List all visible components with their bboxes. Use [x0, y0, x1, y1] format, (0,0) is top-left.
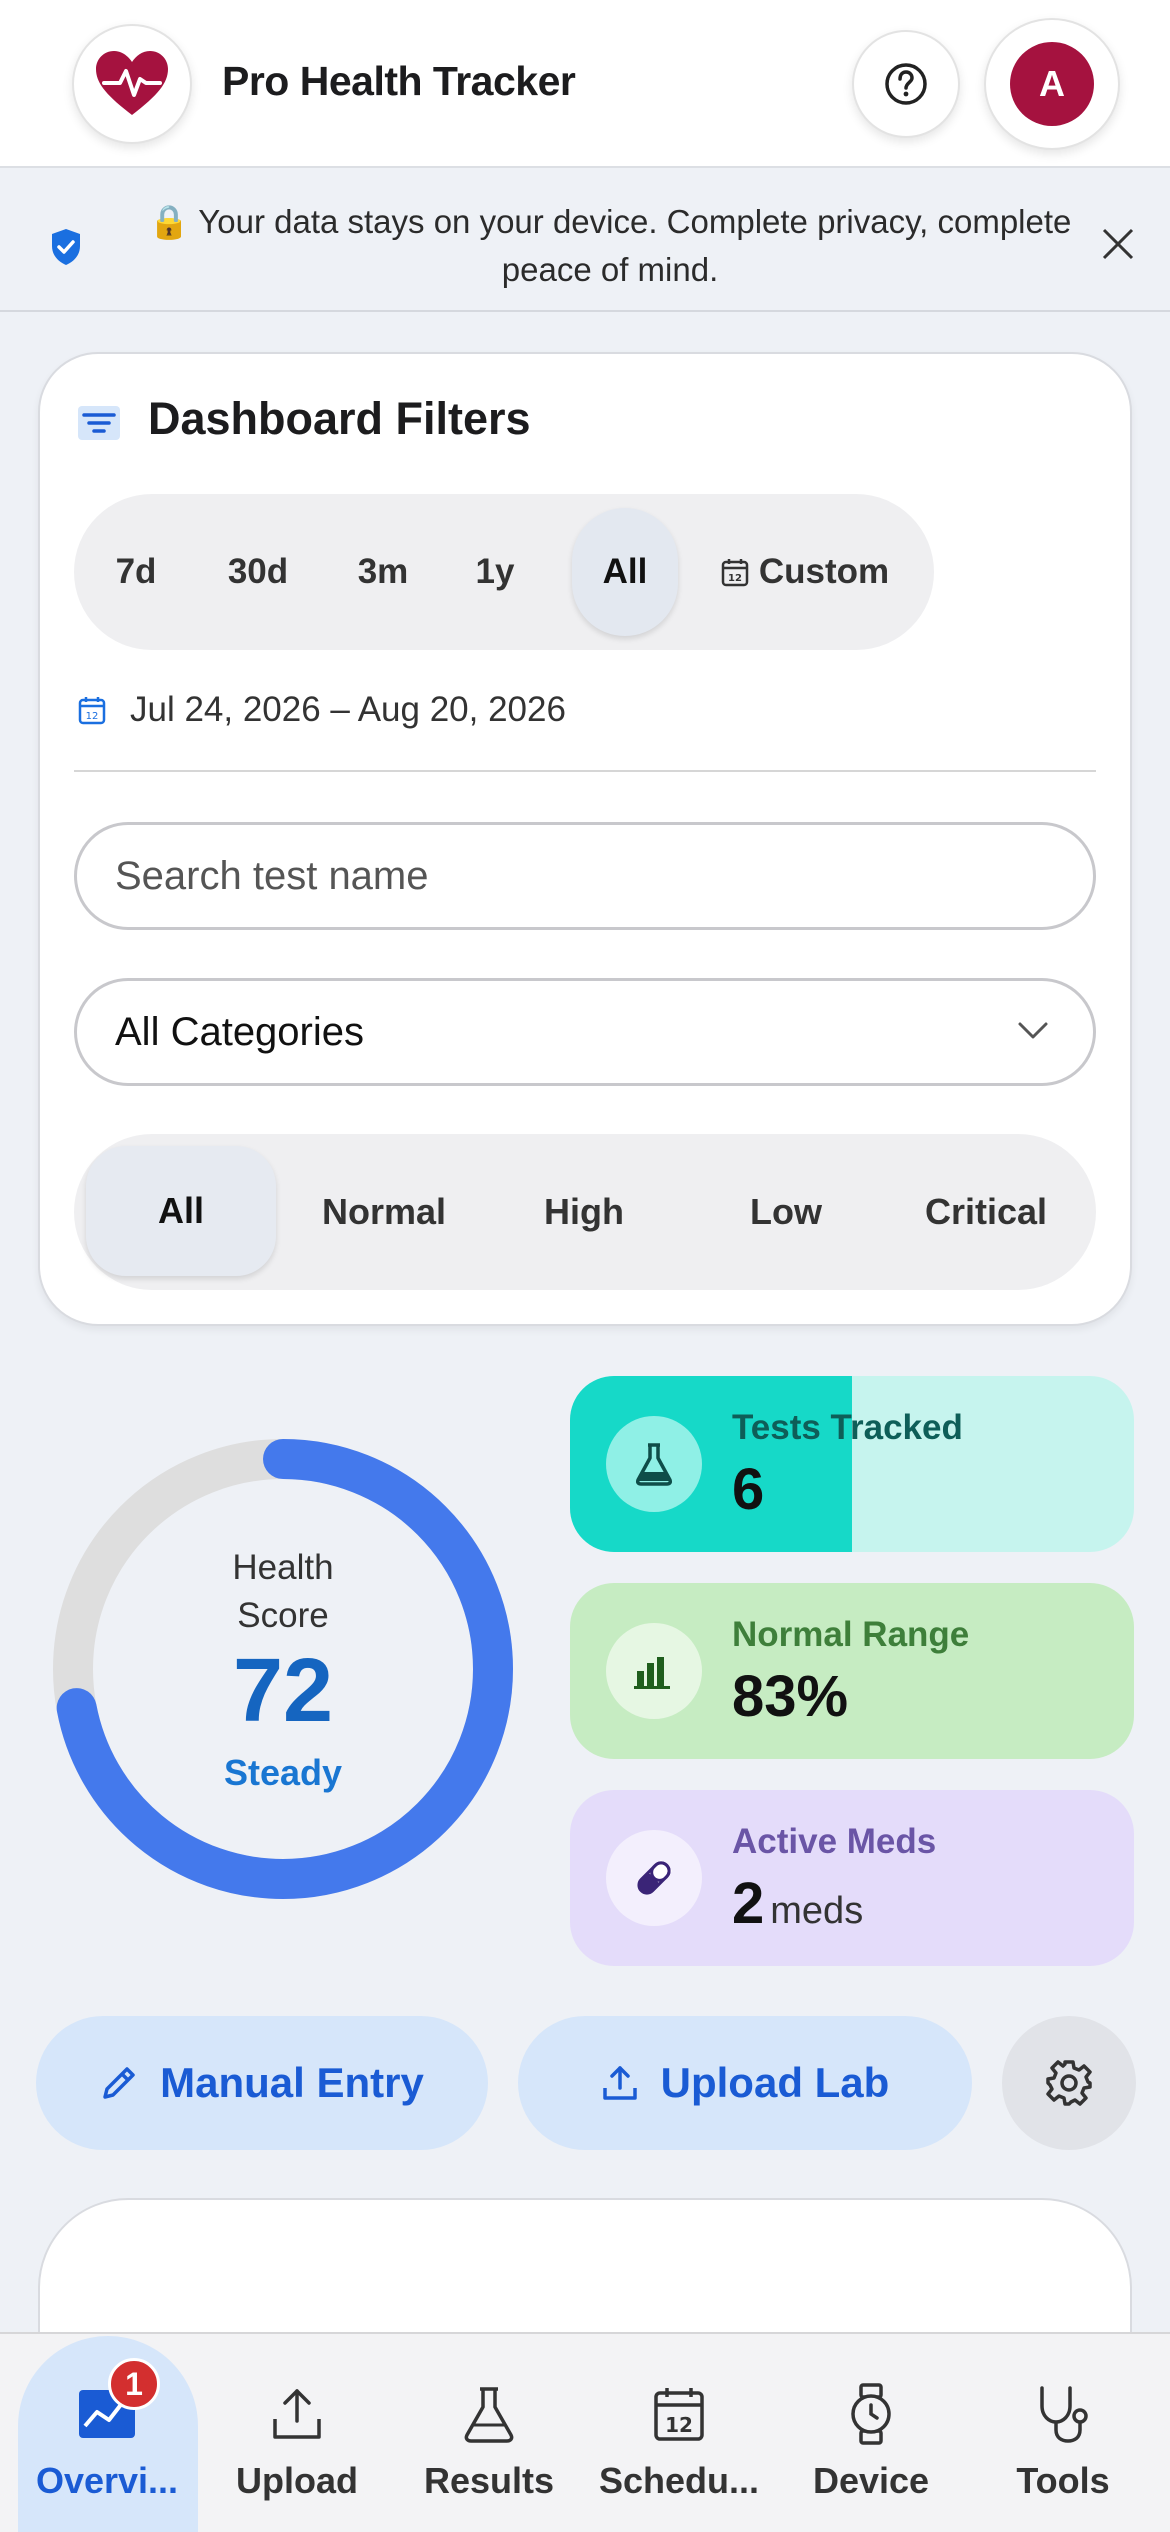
settings-button[interactable]: [1002, 2016, 1136, 2150]
upload-lab-label: Upload Lab: [660, 2059, 890, 2106]
stethoscope-icon: [1036, 2380, 1090, 2448]
status-all[interactable]: All: [86, 1146, 276, 1276]
avatar: A: [1010, 42, 1094, 126]
stat-card-tests-tracked[interactable]: Tests Tracked 6: [570, 1376, 1134, 1552]
status-filter: All Normal High Low Critical: [74, 1134, 1096, 1290]
app-logo[interactable]: [72, 24, 192, 144]
range-1y[interactable]: 1y: [442, 494, 548, 650]
stat-value-number: 6: [732, 1457, 765, 1522]
date-range-selector: 7d 30d 3m 1y All 12 Custom: [74, 494, 934, 650]
stat-label: Normal Range: [732, 1615, 970, 1654]
nav-label: Schedu...: [598, 2460, 760, 2501]
stat-value-number: 83%: [732, 1664, 849, 1729]
nav-label: Device: [812, 2460, 930, 2501]
notification-badge: 1: [108, 2358, 160, 2410]
pencil-icon: [103, 2067, 135, 2099]
svg-text:12: 12: [665, 2413, 693, 2437]
profile-button[interactable]: A: [984, 18, 1120, 150]
range-all[interactable]: All: [572, 508, 678, 636]
status-critical[interactable]: Critical: [886, 1134, 1086, 1290]
nav-item-tools[interactable]: Tools: [968, 2332, 1158, 2532]
nav-item-device[interactable]: Device: [776, 2332, 966, 2532]
help-button[interactable]: [852, 30, 960, 138]
close-icon[interactable]: [1100, 226, 1136, 262]
stat-value: 6: [732, 1456, 764, 1523]
calendar-icon: 12: [721, 559, 749, 587]
nav-item-results[interactable]: Results: [394, 2332, 584, 2532]
status-high[interactable]: High: [484, 1134, 684, 1290]
bar-chart-icon: [606, 1623, 702, 1719]
nav-label: Overvi...: [35, 2460, 179, 2501]
app-title: Pro Health Tracker: [222, 58, 576, 104]
health-score-label-line1: Health: [232, 1548, 334, 1587]
status-normal[interactable]: Normal: [284, 1134, 484, 1290]
nav-label: Tools: [1016, 2460, 1110, 2501]
stat-card-active-meds[interactable]: Active Meds 2 meds: [570, 1790, 1134, 1966]
stat-card-normal-range[interactable]: Normal Range 83%: [570, 1583, 1134, 1759]
range-custom-label: Custom: [758, 552, 890, 591]
date-range-text: Jul 24, 2026 – Aug 20, 2026: [130, 690, 566, 729]
upload-lab-button[interactable]: Upload Lab: [518, 2016, 972, 2150]
nav-label: Upload: [236, 2460, 358, 2501]
svg-text:12: 12: [86, 711, 99, 722]
nav-item-upload[interactable]: Upload: [202, 2332, 392, 2532]
health-score-label: Health Score: [183, 1544, 383, 1640]
pill-icon: [606, 1830, 702, 1926]
watch-icon: [847, 2380, 895, 2448]
heart-pulse-icon: [96, 51, 168, 115]
range-7d[interactable]: 7d: [74, 494, 198, 650]
search-input[interactable]: Search test name: [74, 822, 1096, 930]
stat-value: 83%: [732, 1663, 848, 1730]
stat-label: Tests Tracked: [732, 1408, 963, 1447]
upload-icon: [602, 2066, 637, 2100]
manual-entry-label: Manual Entry: [160, 2059, 424, 2106]
flask-icon: [462, 2380, 516, 2448]
nav-item-overview[interactable]: Overvi...: [12, 2332, 202, 2532]
calendar-icon: 12: [652, 2380, 706, 2448]
upload-icon: [270, 2380, 324, 2448]
flask-icon: [606, 1416, 702, 1512]
manual-entry-button[interactable]: Manual Entry: [36, 2016, 488, 2150]
privacy-banner-text: 🔒 Your data stays on your device. Comple…: [148, 203, 1072, 288]
range-30d[interactable]: 30d: [192, 494, 324, 650]
shield-check-icon: [52, 229, 80, 265]
help-circle-icon: [885, 63, 927, 105]
category-select-value: All Categories: [115, 1009, 365, 1054]
stat-label: Active Meds: [732, 1822, 937, 1861]
stat-unit: meds: [770, 1890, 864, 1932]
category-select[interactable]: All Categories: [74, 978, 1096, 1086]
nav-item-schedule[interactable]: 12 Schedu...: [584, 2332, 774, 2532]
svg-text:12: 12: [728, 573, 742, 584]
filter-icon: [78, 406, 120, 440]
range-3m[interactable]: 3m: [324, 494, 442, 650]
calendar-icon: 12: [78, 697, 106, 725]
range-custom[interactable]: 12 Custom: [694, 494, 916, 650]
nav-label: Results: [423, 2460, 555, 2501]
date-range-display: 12 Jul 24, 2026 – Aug 20, 2026: [78, 690, 566, 730]
filters-title: Dashboard Filters: [148, 393, 531, 444]
chevron-down-icon: [1018, 1022, 1048, 1039]
stat-value-number: 2: [732, 1871, 765, 1936]
health-score-label-line2: Score: [237, 1596, 329, 1635]
gear-icon: [1046, 2060, 1092, 2106]
divider: [74, 770, 1096, 772]
privacy-banner: 🔒 Your data stays on your device. Comple…: [0, 170, 1170, 312]
app-header: Pro Health Tracker A: [0, 0, 1170, 168]
stat-value: 2 meds: [732, 1870, 863, 1937]
health-score-value: 72: [232, 1641, 334, 1741]
health-score-trend: Steady: [223, 1752, 343, 1793]
status-low[interactable]: Low: [686, 1134, 886, 1290]
